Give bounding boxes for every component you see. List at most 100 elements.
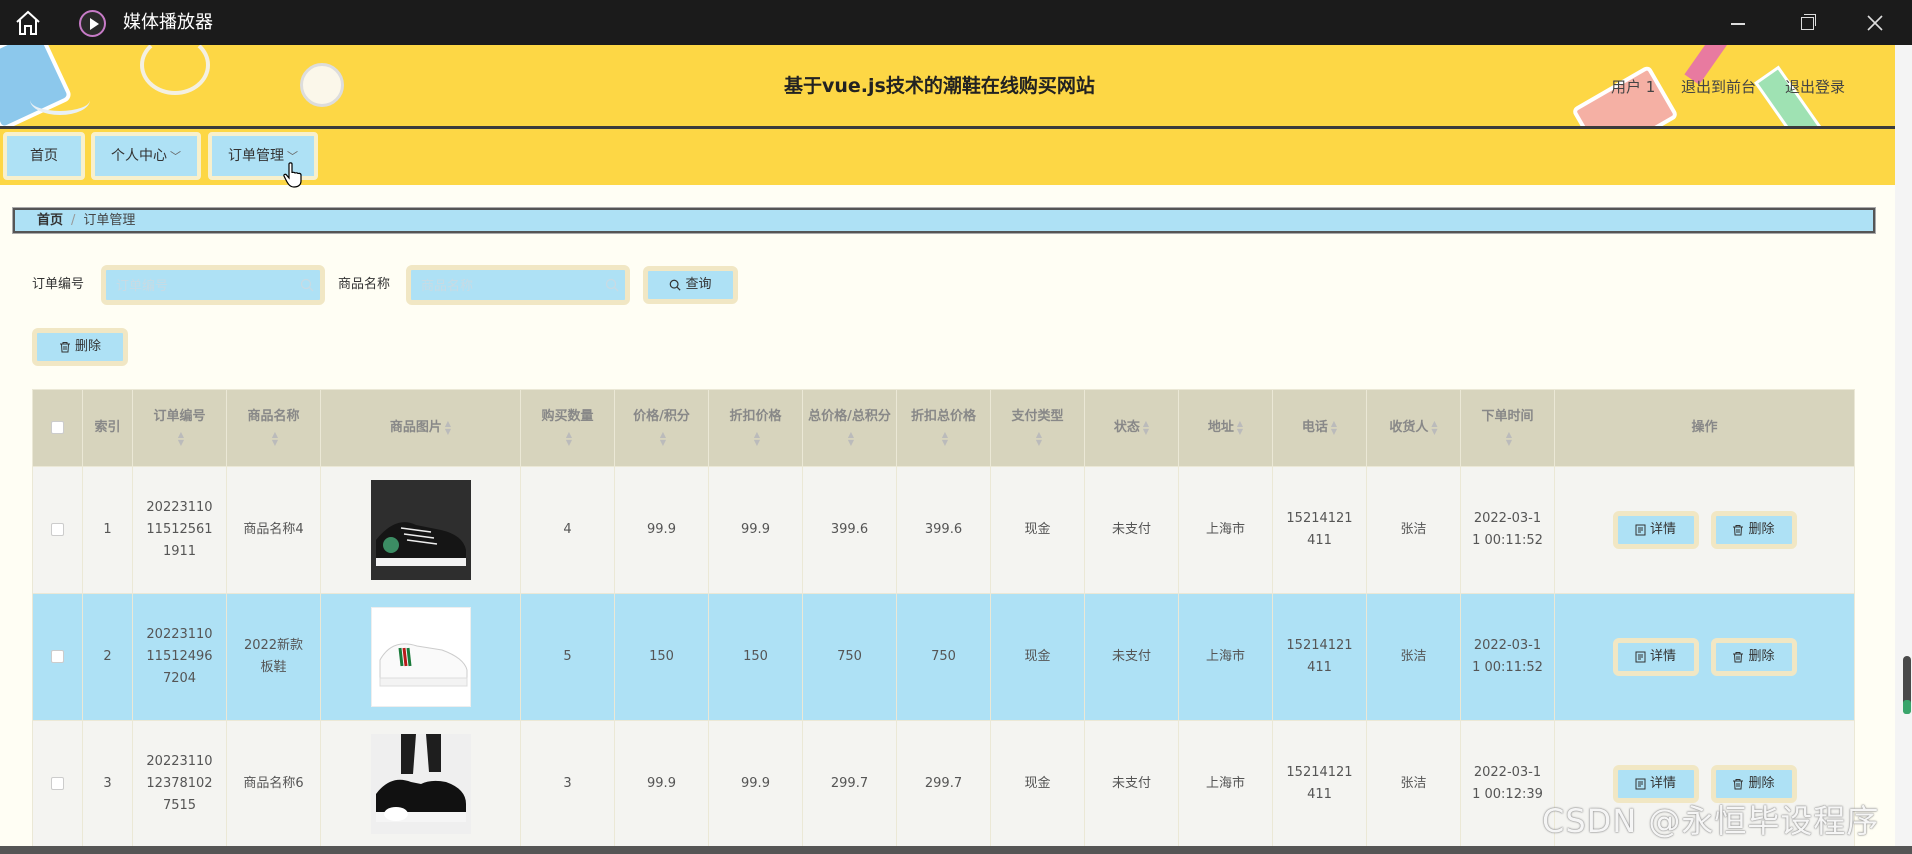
header-status[interactable]: 状态 ▲ ▼ xyxy=(1084,389,1179,467)
detail-button[interactable]: 详情 xyxy=(1612,511,1699,549)
cell-pay-type: 现金 xyxy=(990,593,1085,721)
row-checkbox[interactable] xyxy=(51,650,64,663)
header-total[interactable]: 总价格/总积分 ▲ ▼ xyxy=(802,389,897,467)
batch-delete-button[interactable]: 删除 xyxy=(32,328,128,366)
sort-icon[interactable]: ▲ ▼ xyxy=(660,430,666,447)
breadcrumb-separator: / xyxy=(71,213,76,228)
cell-receiver-text: 张洁 xyxy=(1400,522,1427,537)
maximize-button[interactable] xyxy=(1794,10,1820,36)
home-icon[interactable] xyxy=(14,9,42,37)
logout-link[interactable]: 退出登录 xyxy=(1785,78,1845,96)
table-row[interactable]: 2 20223110 11512496 7204 2022新款 板鞋 5 150 150 7… xyxy=(32,593,1855,721)
cell-product-name-text: 商品名称6 xyxy=(243,776,304,791)
sort-icon[interactable]: ▲ ▼ xyxy=(566,430,572,447)
product-name-input[interactable] xyxy=(421,274,591,296)
order-no-input[interactable] xyxy=(116,274,286,296)
cell-phone-text: 15214121 411 xyxy=(1286,638,1353,675)
row-delete-button[interactable]: 删除 xyxy=(1710,638,1797,676)
select-all-checkbox[interactable] xyxy=(51,421,64,434)
header-label: 订单编号 xyxy=(153,409,206,424)
cell-order-time-text: 2022-03-1 1 00:12:39 xyxy=(1472,765,1543,802)
header-pay-type[interactable]: 支付类型 ▲ ▼ xyxy=(990,389,1085,467)
detail-button-label: 详情 xyxy=(1649,649,1676,664)
sort-icon[interactable]: ▲ ▼ xyxy=(1237,419,1243,436)
detail-button-label: 详情 xyxy=(1649,776,1676,791)
search-icon xyxy=(300,278,314,292)
cell-status-text: 未支付 xyxy=(1111,522,1151,537)
product-image[interactable] xyxy=(370,607,471,707)
header-product-name[interactable]: 商品名称 ▲ ▼ xyxy=(226,389,321,467)
header-phone[interactable]: 电话 ▲ ▼ xyxy=(1272,389,1367,467)
cell-index: 1 xyxy=(82,466,133,594)
header-product-image[interactable]: 商品图片 ▲ ▼ xyxy=(320,389,521,467)
nav-personal-label: 个人中心 xyxy=(111,148,167,164)
query-button[interactable]: 查询 xyxy=(643,266,738,304)
row-checkbox[interactable] xyxy=(51,777,64,790)
cell-total-text: 750 xyxy=(837,649,862,664)
header-address[interactable]: 地址 ▲ ▼ xyxy=(1178,389,1273,467)
breadcrumb-home[interactable]: 首页 xyxy=(37,213,63,228)
media-player-icon xyxy=(79,10,106,37)
cell-actions: 详情 删除 xyxy=(1554,593,1855,721)
header-discount-price[interactable]: 折扣价格 ▲ ▼ xyxy=(708,389,803,467)
sort-icon[interactable]: ▲ ▼ xyxy=(445,419,451,436)
header-quantity[interactable]: 购买数量 ▲ ▼ xyxy=(520,389,615,467)
cell-select[interactable] xyxy=(32,466,83,594)
sort-icon[interactable]: ▲ ▼ xyxy=(1431,419,1437,436)
header-actions: 操作 xyxy=(1554,389,1855,467)
header-discount-total[interactable]: 折扣总价格 ▲ ▼ xyxy=(896,389,991,467)
cell-status: 未支付 xyxy=(1084,593,1179,721)
sort-icon[interactable]: ▲ ▼ xyxy=(942,430,948,447)
cell-discount-total-text: 750 xyxy=(931,649,956,664)
cell-select[interactable] xyxy=(32,593,83,721)
header-select-all[interactable] xyxy=(32,389,83,467)
table-row[interactable]: 1 20223110 11512561 1911 商品名称4 4 99.9 99.9 399… xyxy=(32,466,1855,594)
window-titlebar: 媒体播放器 xyxy=(0,0,1912,45)
header-label: 支付类型 xyxy=(1011,409,1064,424)
sort-icon[interactable]: ▲ ▼ xyxy=(848,430,854,447)
decoration-cable xyxy=(30,85,90,115)
trash-icon xyxy=(1733,524,1744,535)
cell-product-name-text: 商品名称4 xyxy=(243,522,304,537)
cell-price: 99.9 xyxy=(614,466,709,594)
header-label: 状态 xyxy=(1113,420,1140,435)
product-name-label: 商品名称 xyxy=(338,277,391,292)
product-image[interactable] xyxy=(370,734,471,834)
row-delete-button[interactable]: 删除 xyxy=(1710,511,1797,549)
back-to-front-link[interactable]: 退出到前台 xyxy=(1681,78,1756,96)
nav-home[interactable]: 首页 xyxy=(3,132,85,180)
minimize-button[interactable] xyxy=(1725,10,1751,36)
sort-icon[interactable]: ▲ ▼ xyxy=(1506,430,1512,447)
header-order-no[interactable]: 订单编号 ▲ ▼ xyxy=(132,389,227,467)
sort-icon[interactable]: ▲ ▼ xyxy=(754,430,760,447)
sort-icon[interactable]: ▲ ▼ xyxy=(1036,430,1042,447)
header-label: 收货人 xyxy=(1389,420,1429,435)
header-receiver[interactable]: 收货人 ▲ ▼ xyxy=(1366,389,1461,467)
vertical-scrollbar[interactable] xyxy=(1895,45,1912,854)
cell-select[interactable] xyxy=(32,720,83,848)
row-checkbox[interactable] xyxy=(51,523,64,536)
cell-receiver-text: 张洁 xyxy=(1400,649,1427,664)
product-image[interactable] xyxy=(370,480,471,580)
watermark-text: CSDN @永恒毕设程序 xyxy=(1542,802,1880,840)
nav-personal-center[interactable]: 个人中心 ﹀ xyxy=(91,132,201,180)
header-order-time[interactable]: 下单时间 ▲ ▼ xyxy=(1460,389,1555,467)
cell-order-time: 2022-03-1 1 00:12:39 xyxy=(1460,720,1555,848)
sort-icon[interactable]: ▲ ▼ xyxy=(272,430,278,447)
breadcrumb: 首页 / 订单管理 xyxy=(13,208,1875,233)
cell-status-text: 未支付 xyxy=(1111,776,1151,791)
sort-icon[interactable]: ▲ ▼ xyxy=(178,430,184,447)
cell-discount-price: 99.9 xyxy=(708,466,803,594)
cell-total: 399.6 xyxy=(802,466,897,594)
header-price[interactable]: 价格/积分 ▲ ▼ xyxy=(614,389,709,467)
cell-pay-type-text: 现金 xyxy=(1024,522,1051,537)
sort-icon[interactable]: ▲ ▼ xyxy=(1143,419,1149,436)
cell-quantity-text: 3 xyxy=(563,776,572,791)
search-icon xyxy=(670,279,682,291)
cell-receiver: 张洁 xyxy=(1366,466,1461,594)
detail-button[interactable]: 详情 xyxy=(1612,638,1699,676)
close-button[interactable] xyxy=(1862,10,1888,36)
breadcrumb-current: 订单管理 xyxy=(83,213,136,228)
cell-address-text: 上海市 xyxy=(1205,776,1245,791)
sort-icon[interactable]: ▲ ▼ xyxy=(1331,419,1337,436)
